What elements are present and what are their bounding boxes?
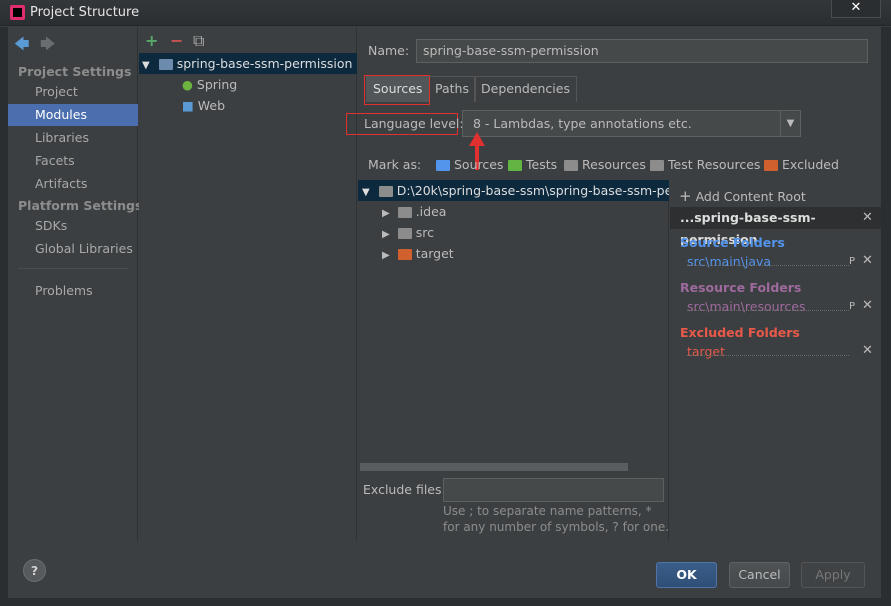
horizontal-scrollbar[interactable]	[360, 463, 628, 471]
plus-icon: +	[679, 187, 692, 205]
add-icon[interactable]: +	[145, 31, 158, 50]
tab-paths[interactable]: Paths	[428, 76, 476, 102]
remove-resource-folder-icon[interactable]: ✕	[862, 298, 873, 313]
content-root-header: ...spring-base-ssm-permission	[670, 207, 881, 247]
collapse-triangle-icon[interactable]: ▼	[142, 60, 150, 71]
folder-icon	[378, 186, 393, 197]
copy-icon[interactable]: ⧉	[193, 31, 204, 51]
mark-as-sources[interactable]: Sources	[436, 157, 503, 172]
remove-content-root-icon[interactable]: ✕	[862, 210, 873, 225]
module-folder-icon	[158, 59, 173, 70]
mark-as-resources[interactable]: Resources	[564, 157, 646, 172]
excluded-folder-icon	[397, 249, 412, 260]
folder-icon	[397, 207, 412, 218]
back-arrow-icon[interactable]: 🡄	[14, 34, 30, 59]
chevron-down-icon[interactable]: ▼	[780, 111, 800, 136]
window-border-left	[0, 27, 8, 606]
sidebar-item-libraries[interactable]: Libraries	[8, 127, 138, 149]
sidebar-divider	[18, 268, 128, 269]
tab-dependencies[interactable]: Dependencies	[474, 76, 577, 102]
source-folders-title: Source Folders	[680, 235, 785, 250]
tree-item-src[interactable]: ▶ src	[382, 222, 434, 243]
intellij-app-icon	[10, 5, 25, 20]
expand-triangle-icon[interactable]: ▶	[382, 250, 390, 261]
module-name: spring-base-ssm-permission	[176, 56, 353, 71]
remove-source-folder-icon[interactable]: ✕	[862, 253, 873, 268]
sidebar-item-global-libraries[interactable]: Global Libraries	[8, 238, 138, 260]
language-level-select[interactable]: 8 - Lambdas, type annotations etc.	[462, 110, 801, 137]
dotted-separator	[687, 265, 849, 266]
dotted-separator	[687, 355, 849, 356]
spring-leaf-icon: ●	[182, 77, 193, 92]
add-content-root-button[interactable]: + Add Content Root	[679, 187, 806, 205]
edit-properties-icon[interactable]: P	[849, 256, 855, 267]
section-platform-settings: Platform Settings	[18, 198, 143, 213]
window-border-right	[881, 27, 891, 606]
sidebar-item-facets[interactable]: Facets	[8, 150, 138, 172]
facet-spring[interactable]: ● Spring	[182, 74, 237, 95]
facet-label: Spring	[196, 77, 238, 92]
section-project-settings: Project Settings	[18, 64, 132, 79]
expand-triangle-icon[interactable]: ▶	[382, 229, 390, 240]
module-tree-root[interactable]: ▼ spring-base-ssm-permission	[139, 53, 357, 74]
exclude-hint-line1: Use ; to separate name patterns, *	[443, 504, 652, 518]
web-facet-icon: ■	[182, 98, 194, 113]
exclude-files-label: Exclude files:	[363, 482, 446, 497]
sidebar-item-artifacts[interactable]: Artifacts	[8, 173, 138, 195]
window-title: Project Structure	[30, 5, 140, 20]
window-border-bottom	[0, 598, 891, 606]
sidebar-item-project[interactable]: Project	[8, 81, 138, 103]
tests-folder-icon	[508, 160, 522, 171]
sidebar-item-problems[interactable]: Problems	[8, 280, 138, 302]
tree-item-target[interactable]: ▶ target	[382, 243, 454, 264]
facet-label: Web	[197, 98, 226, 113]
close-window-button[interactable]: ✕	[831, 0, 881, 18]
excluded-folder-icon	[764, 160, 778, 171]
resources-folder-icon	[564, 160, 578, 171]
tree-item-idea[interactable]: ▶ .idea	[382, 201, 446, 222]
exclude-files-input[interactable]	[443, 478, 664, 502]
excluded-folders-title: Excluded Folders	[680, 325, 800, 340]
facet-web[interactable]: ■ Web	[182, 95, 225, 116]
test-resources-folder-icon	[650, 160, 664, 171]
apply-button[interactable]: Apply	[801, 562, 865, 588]
dotted-separator	[687, 310, 849, 311]
help-button[interactable]: ?	[23, 559, 46, 582]
ok-button[interactable]: OK	[656, 562, 717, 588]
name-label: Name:	[368, 43, 410, 58]
language-level-label: Language level:	[364, 116, 464, 131]
resource-folder-path: src\main\resources	[687, 299, 806, 314]
source-folder-path: src\main\java	[687, 254, 772, 269]
resource-folders-title: Resource Folders	[680, 280, 802, 295]
exclude-hint-line2: for any number of symbols, ? for one.	[443, 520, 670, 534]
forward-arrow-icon[interactable]: 🡆	[40, 34, 56, 59]
cancel-button[interactable]: Cancel	[729, 562, 790, 588]
folder-icon	[397, 228, 412, 239]
mark-as-label: Mark as:	[368, 157, 422, 172]
mark-as-test-resources[interactable]: Test Resources	[650, 157, 760, 172]
remove-excluded-folder-icon[interactable]: ✕	[862, 343, 873, 358]
sidebar-item-sdks[interactable]: SDKs	[8, 215, 138, 237]
mark-as-tests[interactable]: Tests	[508, 157, 557, 172]
modules-tree-panel	[139, 27, 357, 541]
edit-properties-icon[interactable]: P	[849, 301, 855, 312]
tree-root-path[interactable]: ▼ D:\20k\spring-base-ssm\spring-base-ssm…	[358, 180, 669, 201]
sources-folder-icon	[436, 160, 450, 171]
remove-icon[interactable]: −	[170, 31, 183, 50]
sidebar-item-modules[interactable]: Modules	[8, 104, 138, 126]
mark-as-excluded[interactable]: Excluded	[764, 157, 839, 172]
collapse-triangle-icon[interactable]: ▼	[362, 187, 370, 198]
excluded-folder-path: target	[687, 344, 726, 359]
expand-triangle-icon[interactable]: ▶	[382, 208, 390, 219]
module-name-input[interactable]: spring-base-ssm-permission	[416, 39, 868, 63]
highlight-box-sources	[364, 75, 430, 105]
